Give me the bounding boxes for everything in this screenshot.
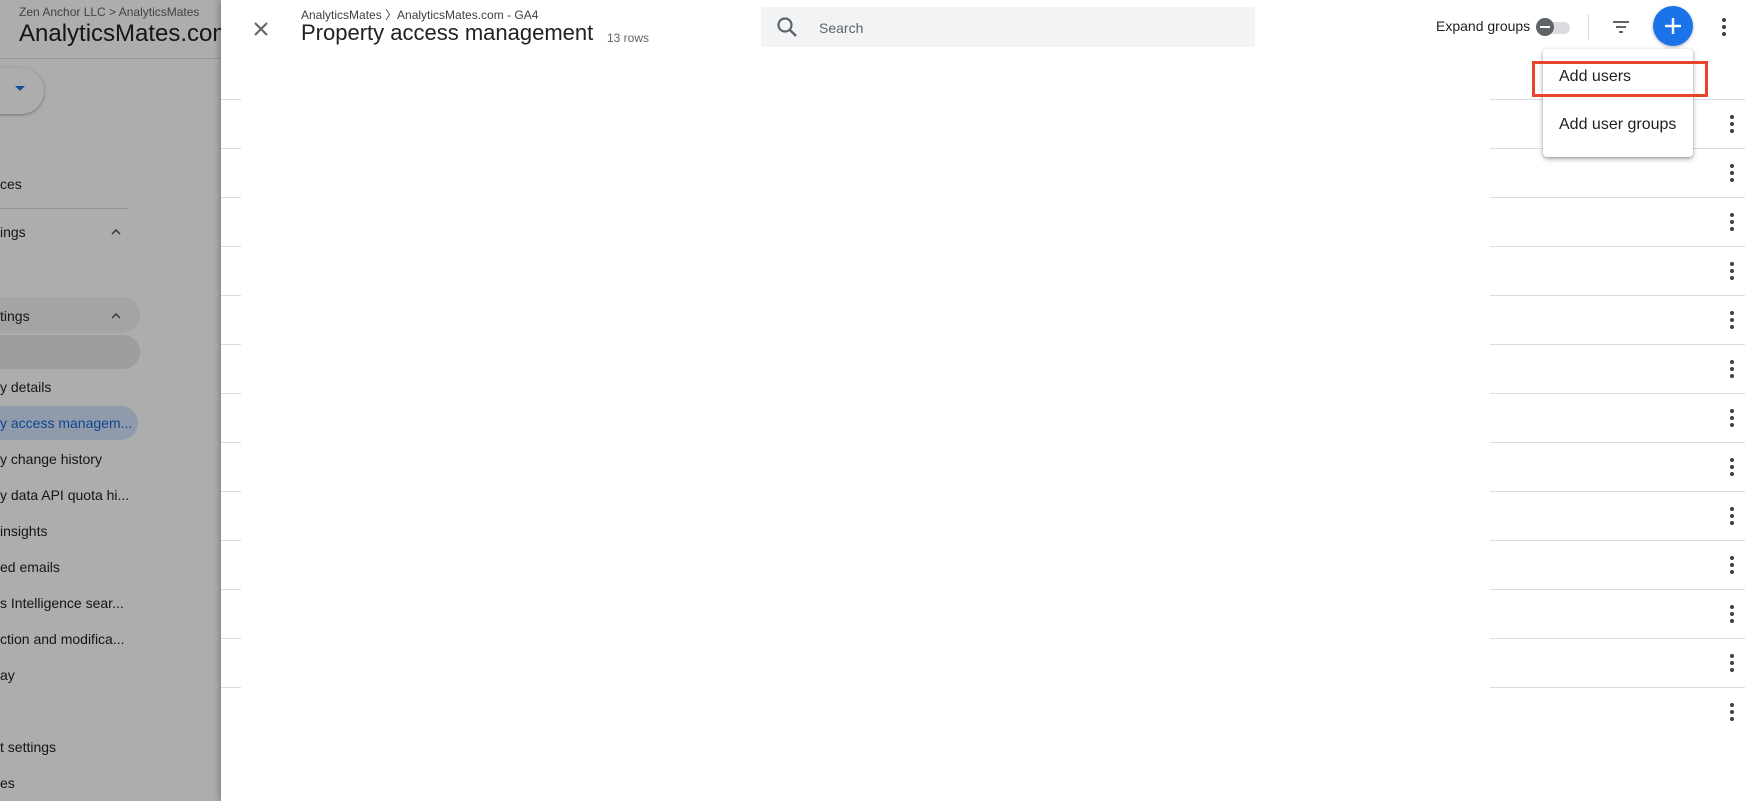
add-button[interactable] (1653, 6, 1693, 46)
table-row-divider (221, 344, 241, 345)
table-row-divider (221, 393, 241, 394)
row-more-button[interactable] (1722, 553, 1742, 577)
table-row-divider (221, 638, 241, 639)
table-row-divider (1490, 638, 1745, 639)
more-vert-icon (1722, 18, 1726, 36)
table-row-divider (221, 148, 241, 149)
access-management-panel (221, 0, 1745, 801)
row-more-button[interactable] (1722, 357, 1742, 381)
add-menu: Add users Add user groups (1543, 49, 1693, 157)
table-row-divider (221, 540, 241, 541)
table-row-divider (221, 295, 241, 296)
table-row-divider (1490, 295, 1745, 296)
table-row-divider (221, 246, 241, 247)
page-title: Property access management (301, 20, 594, 45)
row-more-button[interactable] (1722, 504, 1742, 528)
row-more-button[interactable] (1722, 308, 1742, 332)
table-row-divider (1490, 344, 1745, 345)
row-more-button[interactable] (1722, 161, 1742, 185)
plus-icon (1665, 18, 1681, 34)
more-vert-icon (1730, 164, 1734, 182)
table-row-divider (1490, 393, 1745, 394)
more-vert-icon (1730, 556, 1734, 574)
table-row-divider (1490, 540, 1745, 541)
more-vert-icon (1730, 605, 1734, 623)
more-vert-icon (1730, 654, 1734, 672)
more-vert-icon (1730, 311, 1734, 329)
row-more-button[interactable] (1722, 406, 1742, 430)
add-users-menu-item[interactable]: Add users (1543, 55, 1693, 99)
menu-item-label: Add user groups (1559, 116, 1677, 133)
search-icon (777, 17, 797, 37)
expand-groups-toggle[interactable] (1536, 17, 1572, 37)
more-options-button[interactable] (1714, 15, 1734, 39)
row-more-button[interactable] (1722, 651, 1742, 675)
row-more-button[interactable] (1722, 210, 1742, 234)
row-more-button[interactable] (1722, 700, 1742, 724)
table-row-divider (1490, 246, 1745, 247)
table-row-divider (1490, 197, 1745, 198)
row-more-button[interactable] (1722, 602, 1742, 626)
more-vert-icon (1730, 703, 1734, 721)
row-more-button[interactable] (1722, 455, 1742, 479)
more-vert-icon (1730, 213, 1734, 231)
add-user-groups-menu-item[interactable]: Add user groups (1543, 103, 1693, 147)
more-vert-icon (1730, 115, 1734, 133)
table-row-divider (1490, 687, 1745, 688)
table-row-divider (221, 442, 241, 443)
filter-button[interactable] (1608, 14, 1634, 40)
table-row-divider (1490, 442, 1745, 443)
search-bar[interactable] (761, 7, 1255, 49)
filter-icon (1613, 21, 1629, 33)
close-icon (254, 22, 268, 36)
table-row-divider (221, 589, 241, 590)
more-vert-icon (1730, 262, 1734, 280)
search-input[interactable] (817, 7, 1241, 49)
menu-item-label: Add users (1559, 68, 1632, 85)
table-row-divider (221, 197, 241, 198)
table-row-divider (221, 99, 241, 100)
row-more-button[interactable] (1722, 259, 1742, 283)
more-vert-icon (1730, 507, 1734, 525)
row-more-button[interactable] (1722, 112, 1742, 136)
close-button[interactable] (246, 14, 276, 44)
more-vert-icon (1730, 409, 1734, 427)
toolbar-divider (1588, 14, 1589, 40)
table-row-divider (221, 687, 241, 688)
expand-groups-label: Expand groups (1436, 18, 1531, 34)
table-row-divider (1490, 589, 1745, 590)
more-vert-icon (1730, 360, 1734, 378)
table-row-divider (221, 491, 241, 492)
more-vert-icon (1730, 458, 1734, 476)
row-count: 13 rows (607, 31, 650, 45)
minus-icon (1536, 18, 1554, 36)
table-row-divider (1490, 491, 1745, 492)
